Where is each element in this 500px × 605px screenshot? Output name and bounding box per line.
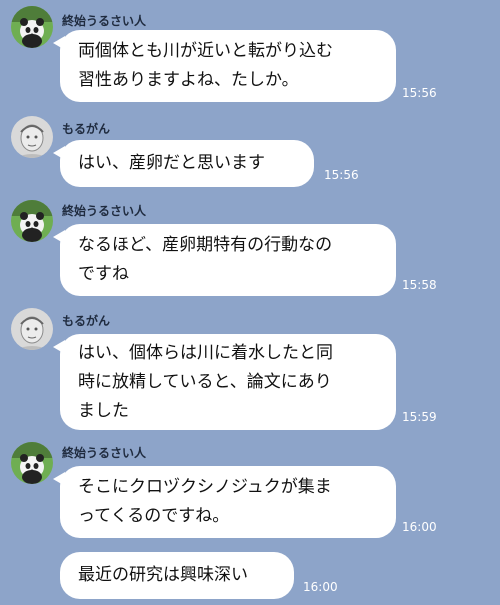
chat-log: 終始うるさい人 両個体とも川が近いと転がり込む 習性ありますよね、たしか。 15… (0, 0, 500, 605)
message-text: 両個体とも川が近いと転がり込む 習性ありますよね、たしか。 (78, 41, 333, 90)
message-time: 16:00 (402, 520, 437, 534)
sketch-portrait-avatar-icon[interactable] (11, 116, 53, 158)
message-bubble[interactable]: 最近の研究は興味深い (60, 552, 294, 599)
message-text: なるほど、産卵期特有の行動なの ですね (78, 235, 333, 284)
message-time: 15:58 (402, 278, 437, 292)
sketch-portrait-avatar-icon[interactable] (11, 308, 53, 350)
message-text: はい、個体らは川に着水したと同 時に放精していると、論文にあり ました (78, 342, 333, 421)
panda-avatar-icon[interactable] (11, 200, 53, 242)
message-text: はい、産卵だと思います (78, 153, 265, 173)
message-bubble[interactable]: はい、産卵だと思います (53, 140, 314, 187)
message-bubble[interactable]: はい、個体らは川に着水したと同 時に放精していると、論文にあり ました (53, 334, 396, 430)
message-bubble[interactable]: そこにクロヅクシノジュクが集ま ってくるのですね。 (53, 466, 396, 538)
message-bubble[interactable]: なるほど、産卵期特有の行動なの ですね (53, 224, 396, 296)
message-time: 16:00 (303, 580, 338, 594)
sender-name: 終始うるさい人 (62, 204, 147, 218)
sender-name: もるがん (62, 122, 111, 136)
panda-avatar-icon[interactable] (11, 442, 53, 484)
message-bubble[interactable]: 両個体とも川が近いと転がり込む 習性ありますよね、たしか。 (53, 30, 396, 102)
sender-name: 終始うるさい人 (62, 446, 147, 460)
panda-avatar-icon[interactable] (11, 6, 53, 48)
message-text: そこにクロヅクシノジュクが集ま ってくるのですね。 (78, 477, 332, 526)
message-time: 15:56 (402, 86, 437, 100)
message-text: 最近の研究は興味深い (78, 565, 248, 585)
sender-name: 終始うるさい人 (62, 14, 147, 28)
sender-name: もるがん (62, 314, 111, 328)
message-time: 15:56 (324, 168, 359, 182)
message-time: 15:59 (402, 410, 437, 424)
